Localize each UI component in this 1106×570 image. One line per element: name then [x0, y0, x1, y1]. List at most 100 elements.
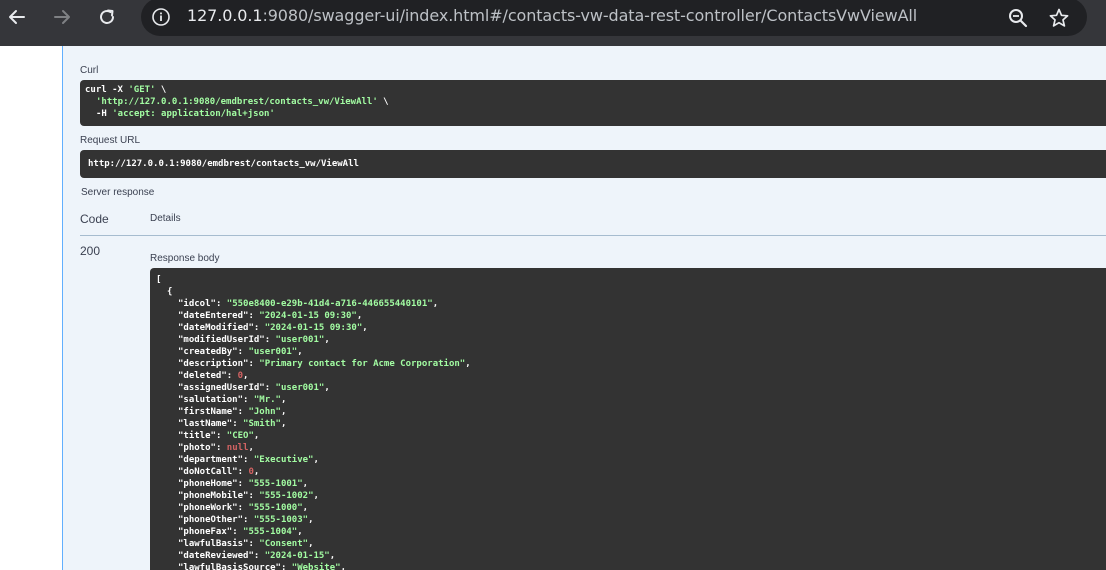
- json-comma: ,: [308, 515, 314, 525]
- json-key: "phoneFax": [178, 527, 233, 537]
- json-comma: ,: [253, 467, 260, 477]
- json-key: "deleted": [178, 371, 227, 381]
- response-body[interactable]: [ { "idcol": "550e8400-e29b-41d4-a716-44…: [150, 268, 1106, 570]
- json-field-line: "createdBy": "user001",: [156, 346, 1100, 358]
- json-field-line: "firstName": "John",: [156, 406, 1100, 418]
- json-colon: :: [243, 515, 254, 525]
- json-value: "Consent": [259, 539, 309, 549]
- json-value: "Website": [291, 563, 341, 570]
- json-comma: ,: [362, 323, 368, 333]
- server-response-label: Server response: [81, 187, 155, 198]
- curl-url: 'http://127.0.0.1:9080/emdbrest/contacts…: [96, 97, 378, 107]
- json-field-line: "deleted": 0,: [156, 370, 1100, 382]
- json-colon: :: [248, 491, 260, 501]
- json-key: "department": [178, 455, 244, 465]
- json-comma: ,: [302, 503, 309, 513]
- json-key: "dateModified": [178, 323, 254, 333]
- json-value: "Smith": [243, 419, 281, 429]
- curl-command[interactable]: curl -X 'GET' \ 'http://127.0.0.1:9080/e…: [80, 80, 1106, 126]
- json-colon: :: [237, 479, 249, 489]
- curl-method: 'GET': [128, 85, 156, 95]
- site-info-button[interactable]: [151, 7, 171, 27]
- json-value: "user001": [275, 383, 325, 393]
- json-colon: :: [253, 551, 265, 561]
- request-url-value[interactable]: http://127.0.0.1:9080/emdbrest/contacts_…: [80, 150, 1106, 178]
- json-comma: ,: [313, 455, 319, 465]
- request-url-label: Request URL: [80, 135, 141, 146]
- reload-button[interactable]: [92, 4, 122, 30]
- json-colon: :: [215, 299, 227, 309]
- json-field-line: "description": "Primary contact for Acme…: [156, 358, 1100, 370]
- json-colon: :: [264, 335, 276, 345]
- json-comma: ,: [297, 347, 303, 357]
- bookmark-star-icon: [1049, 8, 1069, 27]
- json-value: "555-1003": [253, 515, 309, 525]
- curl-header: 'accept: application/hal+json': [112, 109, 275, 119]
- json-value: "555-1002": [259, 491, 314, 501]
- curl-cmd: curl -X: [85, 85, 129, 95]
- info-icon: [152, 8, 170, 26]
- json-comma: ,: [356, 311, 363, 321]
- url-path: :9080/swagger-ui/index.html#/contacts-vw…: [262, 6, 918, 25]
- json-fields: "idcol": "550e8400-e29b-41d4-a716-446655…: [156, 298, 1100, 570]
- json-comma: ,: [340, 563, 346, 570]
- forward-button[interactable]: [47, 4, 77, 30]
- json-field-line: "dateEntered": "2024-01-15 09:30",: [156, 310, 1100, 322]
- address-bar[interactable]: 127.0.0.1:9080/swagger-ui/index.html#/co…: [141, 0, 1087, 36]
- json-colon: :: [264, 383, 276, 393]
- json-key: "dateReviewed": [178, 551, 254, 561]
- header-divider: [80, 235, 1106, 236]
- json-field-line: "lastName": "Smith",: [156, 418, 1100, 430]
- json-comma: ,: [280, 419, 287, 429]
- json-key: "description": [178, 359, 249, 369]
- json-colon: :: [232, 527, 244, 537]
- json-field-line: "dateModified": "2024-01-15 09:30",: [156, 322, 1100, 334]
- json-value: "2024-01-15 09:30": [264, 323, 363, 333]
- json-comma: ,: [329, 551, 336, 561]
- json-comma: ,: [248, 443, 254, 453]
- json-value: "555-1001": [248, 479, 303, 489]
- browser-toolbar: 127.0.0.1:9080/swagger-ui/index.html#/co…: [0, 0, 1106, 46]
- forward-arrow-icon: [54, 10, 70, 24]
- json-field-line: "assignedUserId": "user001",: [156, 382, 1100, 394]
- json-key: "idcol": [178, 299, 216, 309]
- reload-icon: [100, 9, 114, 24]
- json-field-line: "modifiedUserId": "user001",: [156, 334, 1100, 346]
- zoom-button[interactable]: [1007, 7, 1029, 29]
- json-colon: :: [215, 431, 227, 441]
- response-body-label: Response body: [150, 253, 220, 264]
- url-host: 127.0.0.1: [187, 6, 263, 25]
- json-key: "phoneMobile": [178, 491, 249, 501]
- response-code: 200: [80, 244, 101, 258]
- json-value: "Executive": [253, 455, 314, 465]
- json-colon: :: [232, 419, 244, 429]
- json-colon: :: [248, 311, 260, 321]
- json-field-line: "idcol": "550e8400-e29b-41d4-a716-446655…: [156, 298, 1100, 310]
- json-key: "doNotCall": [178, 467, 238, 477]
- json-key: "lawfulBasis": [178, 539, 249, 549]
- json-key: "phoneWork": [178, 503, 238, 513]
- json-value: "Mr.": [253, 395, 281, 405]
- json-field-line: "lawfulBasis": "Consent",: [156, 538, 1100, 550]
- json-value: "CEO": [226, 431, 254, 441]
- json-comma: ,: [465, 359, 471, 369]
- json-field-line: "phoneOther": "555-1003",: [156, 514, 1100, 526]
- bookmark-button[interactable]: [1048, 7, 1070, 29]
- json-key: "createdBy": [178, 347, 238, 357]
- json-comma: ,: [308, 539, 314, 549]
- curl-line2-tail: \: [377, 97, 389, 107]
- json-value: "555-1004": [243, 527, 298, 537]
- json-colon: :: [237, 347, 249, 357]
- back-button[interactable]: [2, 4, 32, 30]
- json-field-line: "doNotCall": 0,: [156, 466, 1100, 478]
- json-value: null: [226, 443, 249, 453]
- json-key: "dateEntered": [178, 311, 249, 321]
- json-value: "Primary contact for Acme Corporation": [259, 359, 466, 369]
- json-key: "modifiedUserId": [178, 335, 265, 345]
- json-colon: :: [237, 407, 249, 417]
- json-value: "John": [248, 407, 281, 417]
- json-colon: :: [237, 503, 249, 513]
- json-key: "firstName": [178, 407, 238, 417]
- url-text[interactable]: 127.0.0.1:9080/swagger-ui/index.html#/co…: [187, 6, 917, 25]
- json-comma: ,: [243, 371, 249, 381]
